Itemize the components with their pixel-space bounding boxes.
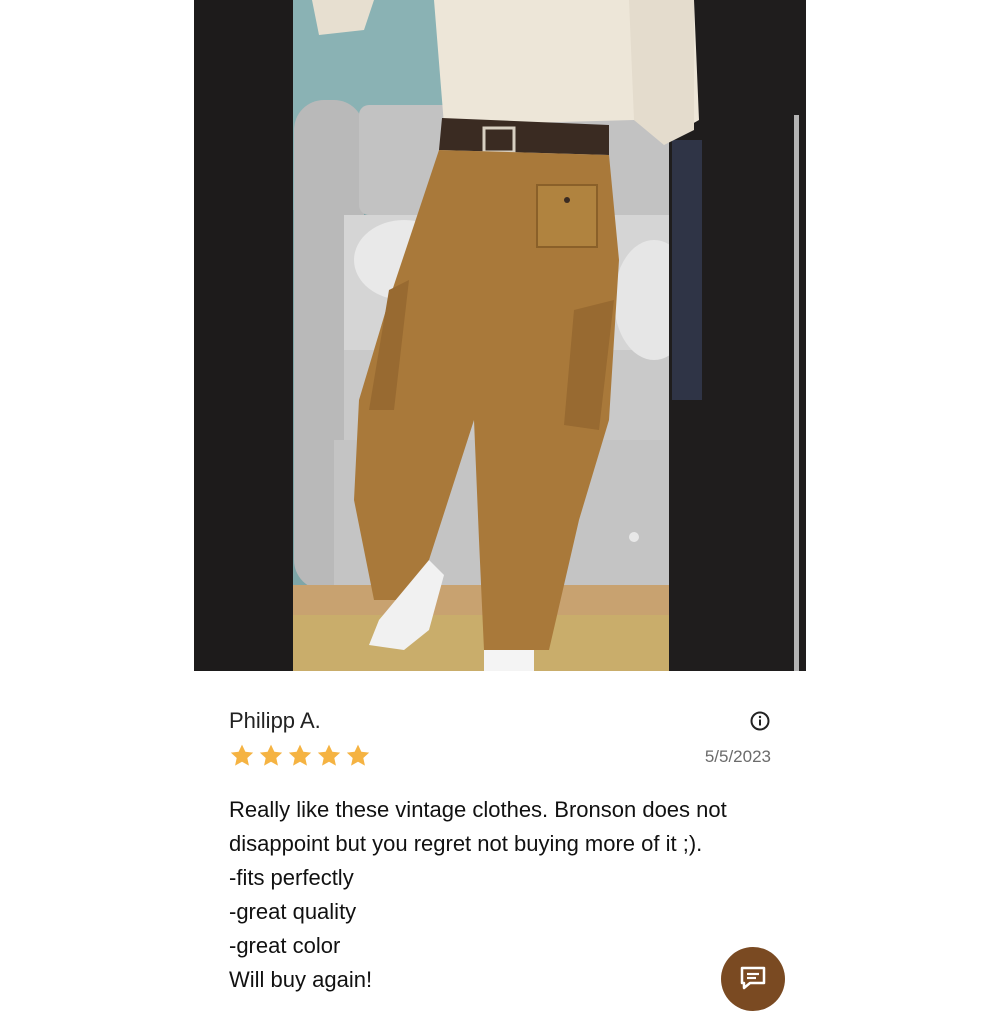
review-text-line: Will buy again! (229, 967, 373, 992)
info-icon[interactable] (750, 711, 770, 731)
star-rating (229, 743, 371, 769)
chat-button[interactable] (721, 947, 785, 1011)
star-icon (317, 744, 341, 766)
review-text-line: -great color (229, 933, 341, 958)
star-icon (346, 744, 370, 766)
review-text: Really like these vintage clothes. Brons… (229, 793, 774, 997)
review-photo-image (293, 0, 806, 671)
review-text-line: Really like these vintage clothes. Brons… (229, 797, 727, 822)
star-icon (230, 744, 254, 766)
reviewer-name: Philipp A. (229, 708, 321, 733)
review-text-line: disappoint but you regret not buying mor… (229, 831, 703, 856)
review-text-line: -fits perfectly (229, 865, 354, 890)
chat-icon (740, 966, 766, 990)
star-icon (288, 744, 312, 766)
review-date: 5/5/2023 (704, 747, 771, 766)
review-text-line: -great quality (229, 899, 357, 924)
review-photo[interactable] (194, 0, 806, 671)
star-icon (259, 744, 283, 766)
